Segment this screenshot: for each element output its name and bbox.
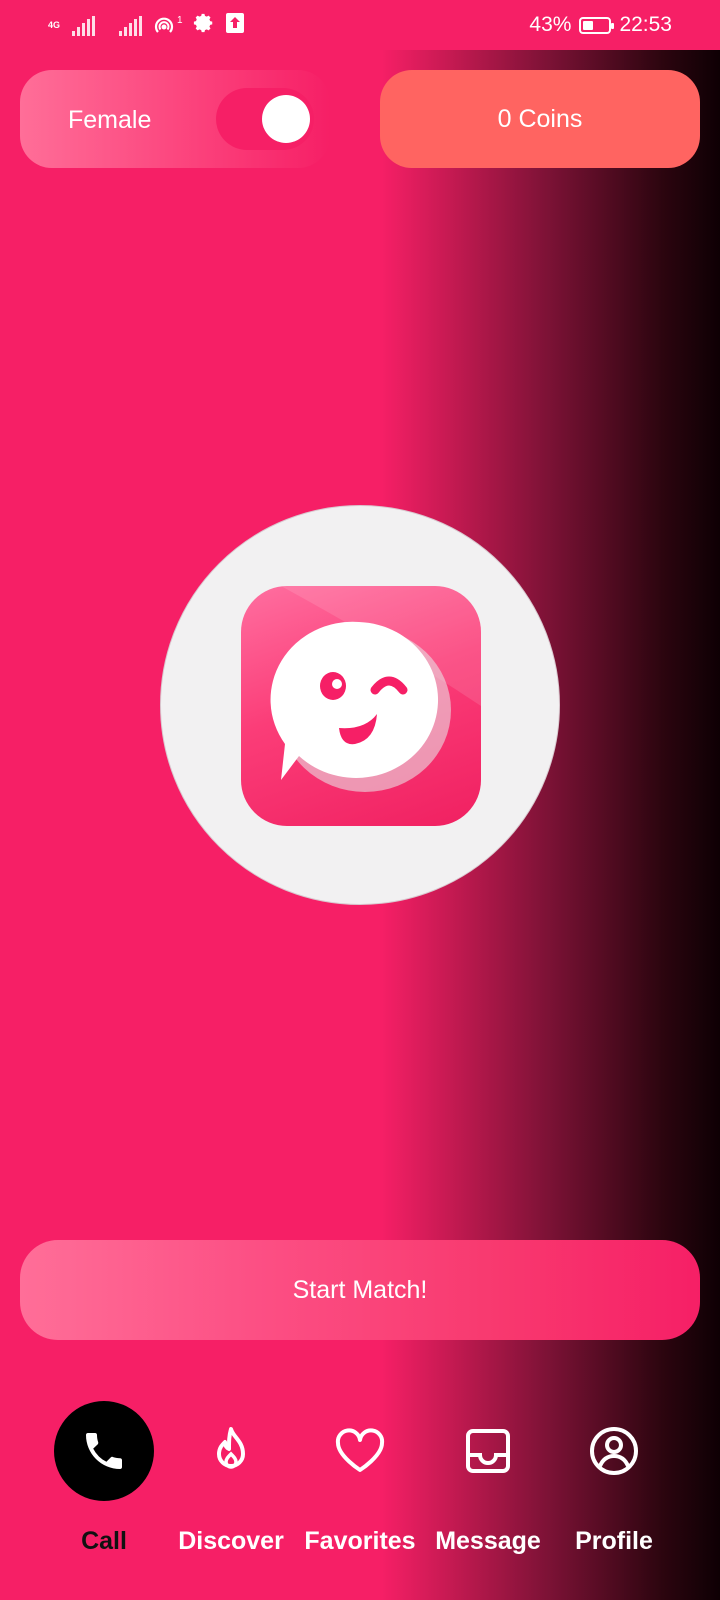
app-logo-circle [160,505,560,905]
nav-label-message: Message [435,1527,541,1555]
signal-icon [72,15,96,36]
nav-label-discover: Discover [178,1527,284,1555]
toggle-knob [262,95,310,143]
start-match-label: Start Match! [292,1275,428,1304]
profile-icon [564,1401,664,1501]
gender-label: Female [68,106,152,134]
nav-item-call[interactable]: Call [34,1395,174,1575]
status-left: 4G 1 [48,12,245,39]
coins-button[interactable]: 0 Coins [380,70,700,168]
battery-percent: 43% [529,13,572,36]
start-match-button[interactable]: Start Match! [20,1240,700,1340]
winking-chat-bubble-logo-icon [241,586,481,826]
hotspot-count: 1 [177,14,183,26]
nav-item-discover[interactable]: Discover [161,1395,301,1575]
nav-label-call: Call [81,1527,127,1555]
status-right: 43% 22:53 [529,13,672,37]
nav-item-message[interactable]: Message [418,1395,558,1575]
battery-icon [579,16,615,34]
gender-toggle-switch[interactable] [216,88,314,150]
phone-icon [54,1401,154,1501]
status-bar: 4G 1 43% 22:53 [0,0,720,50]
heart-icon [310,1401,410,1501]
nav-item-favorites[interactable]: Favorites [290,1395,430,1575]
bottom-navigation: Call Discover Favorites Message Profile [0,1395,720,1575]
clock: 22:53 [619,13,672,36]
hotspot-icon: 1 [152,15,183,37]
inbox-icon [438,1401,538,1501]
upload-icon [225,12,245,39]
nav-label-profile: Profile [575,1527,653,1555]
flame-icon [181,1401,281,1501]
network-type: 4G [48,20,61,30]
coins-label: 0 Coins [497,104,583,133]
signal-icon-2 [119,15,143,36]
nav-item-profile[interactable]: Profile [544,1395,684,1575]
gender-filter-card[interactable]: Female [20,70,330,168]
settings-gear-icon [193,12,215,39]
nav-label-favorites: Favorites [304,1527,416,1555]
